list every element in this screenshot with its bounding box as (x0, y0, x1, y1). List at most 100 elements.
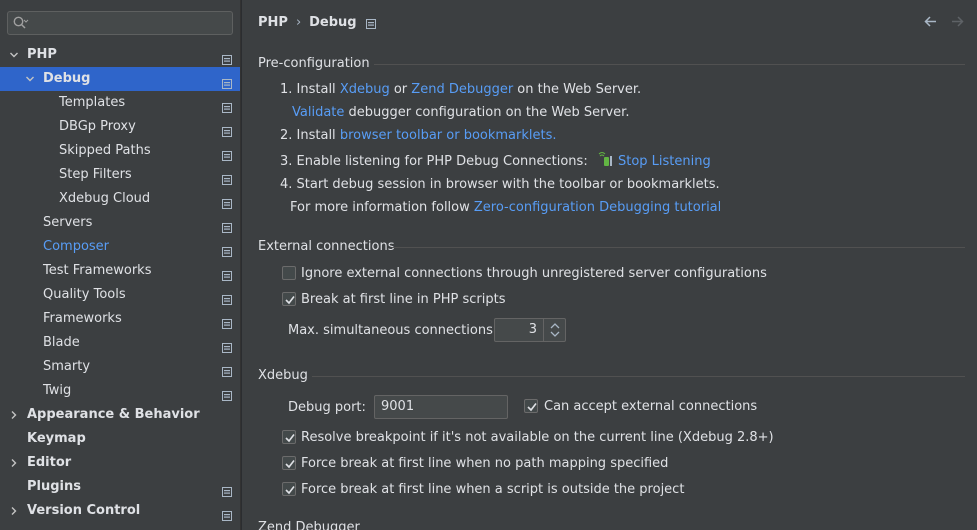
sidebar-item-label: Plugins (27, 479, 81, 494)
sidebar-item-step-filters[interactable]: Step Filters (0, 163, 240, 187)
sidebar-item-debug[interactable]: Debug (0, 67, 240, 91)
max-connections-value: 3 (528, 322, 537, 337)
step1-suffix: on the Web Server. (513, 82, 642, 97)
debug-port-input[interactable]: 9001 (374, 395, 508, 419)
project-settings-icon (222, 146, 232, 161)
xdebug-section-title: Xdebug (258, 368, 308, 383)
breadcrumb: PHP › Debug (258, 15, 376, 30)
project-settings-icon (222, 290, 232, 305)
preconfig-section-title: Pre-configuration (258, 56, 370, 71)
project-settings-icon (222, 506, 232, 521)
navigation-buttons (923, 14, 965, 29)
phone-listening-icon (598, 152, 614, 168)
breadcrumb-parent[interactable]: PHP (258, 15, 288, 30)
resolve-breakpoint-checkbox[interactable] (282, 430, 296, 444)
sidebar-item-label: Servers (43, 215, 93, 230)
sidebar-item-label: Debug (43, 71, 91, 86)
spinner-arrows-icon (550, 323, 560, 337)
xdebug-link[interactable]: Xdebug (340, 82, 390, 97)
spinner-buttons[interactable] (543, 319, 565, 341)
project-settings-icon (222, 362, 232, 377)
validate-line: Validate debugger configuration on the W… (292, 105, 629, 120)
zend-debugger-section-title: Zend Debugger (258, 520, 360, 530)
chevron-down-icon[interactable] (8, 43, 20, 67)
accept-external-label: Can accept external connections (544, 399, 758, 414)
settings-search-input[interactable] (7, 11, 233, 35)
sidebar-item-skipped-paths[interactable]: Skipped Paths (0, 139, 240, 163)
chevron-down-icon[interactable] (24, 67, 36, 91)
validate-suffix: debugger configuration on the Web Server… (344, 105, 630, 120)
sidebar-item-label: Editor (27, 455, 72, 470)
accept-external-checkbox[interactable] (524, 399, 538, 413)
project-settings-icon (222, 386, 232, 401)
force-break-outside-project-label: Force break at first line when a script … (301, 482, 685, 497)
step2-prefix: 2. Install (280, 128, 340, 143)
sidebar-item-label: Frameworks (43, 311, 122, 326)
chevron-right-icon[interactable] (8, 499, 20, 523)
sidebar-item-label: Version Control (27, 503, 141, 518)
max-connections-spinner[interactable]: 3 (494, 318, 566, 342)
sidebar-item-version-control[interactable]: Version Control (0, 499, 240, 523)
project-settings-icon (222, 74, 232, 89)
listening-step-line: 3. Enable listening for PHP Debug Connec… (280, 152, 711, 169)
step3-text: 3. Enable listening for PHP Debug Connec… (280, 154, 588, 169)
break-first-line-label: Break at first line in PHP scripts (301, 292, 506, 307)
break-first-line-checkbox[interactable] (282, 292, 296, 306)
sidebar-item-composer[interactable]: Composer (0, 235, 240, 259)
sidebar-item-smarty[interactable]: Smarty (0, 355, 240, 379)
chevron-right-icon[interactable] (8, 403, 20, 427)
forward-arrow-icon[interactable] (950, 14, 965, 29)
sidebar-item-label: PHP (27, 47, 57, 62)
sidebar-item-label: Twig (43, 383, 72, 398)
sidebar-item-twig[interactable]: Twig (0, 379, 240, 403)
section-divider (312, 376, 965, 377)
sidebar-item-servers[interactable]: Servers (0, 211, 240, 235)
sidebar-item-dbgp-proxy[interactable]: DBGp Proxy (0, 115, 240, 139)
settings-sidebar: PHP Debug Templates DBGp Proxy Skipped Paths… (0, 0, 241, 530)
force-break-no-mapping-checkbox[interactable] (282, 456, 296, 470)
sidebar-item-appearance-behavior[interactable]: Appearance & Behavior (0, 403, 240, 427)
checkmark-icon (285, 434, 295, 443)
sidebar-item-test-frameworks[interactable]: Test Frameworks (0, 259, 240, 283)
project-settings-icon (222, 50, 232, 65)
chevron-right-icon[interactable] (8, 451, 20, 475)
breadcrumb-current: Debug (309, 15, 357, 30)
force-break-outside-project-checkbox[interactable] (282, 482, 296, 496)
checkmark-icon (285, 460, 295, 469)
browser-toolbar-link[interactable]: browser toolbar or bookmarklets. (340, 128, 557, 143)
sidebar-item-label: Composer (43, 239, 110, 254)
sidebar-item-keymap[interactable]: Keymap (0, 427, 240, 451)
sidebar-item-label: Skipped Paths (59, 143, 151, 158)
sidebar-item-label: Smarty (43, 359, 91, 374)
sidebar-item-blade[interactable]: Blade (0, 331, 240, 355)
project-settings-icon (222, 314, 232, 329)
more-info-prefix: For more information follow (290, 200, 474, 215)
project-settings-icon (222, 338, 232, 353)
zend-debugger-link[interactable]: Zend Debugger (411, 82, 513, 97)
back-arrow-icon[interactable] (923, 14, 938, 29)
section-divider (374, 64, 965, 65)
sidebar-item-label: Quality Tools (43, 287, 126, 302)
sidebar-item-editor[interactable]: Editor (0, 451, 240, 475)
zero-config-tutorial-link[interactable]: Zero-configuration Debugging tutorial (474, 200, 721, 215)
sidebar-item-label: Step Filters (59, 167, 132, 182)
sidebar-item-quality-tools[interactable]: Quality Tools (0, 283, 240, 307)
checkmark-icon (285, 486, 295, 495)
checkmark-icon (527, 403, 537, 412)
project-settings-icon (222, 218, 232, 233)
ignore-external-label: Ignore external connections through unre… (301, 266, 767, 281)
validate-link[interactable]: Validate (292, 105, 344, 120)
sidebar-item-templates[interactable]: Templates (0, 91, 240, 115)
sidebar-item-frameworks[interactable]: Frameworks (0, 307, 240, 331)
search-icon (13, 16, 29, 30)
checkmark-icon (285, 296, 295, 305)
external-connections-section-title: External connections (258, 239, 395, 254)
sidebar-item-xdebug-cloud[interactable]: Xdebug Cloud (0, 187, 240, 211)
project-settings-icon (222, 170, 232, 185)
step1-prefix: 1. Install (280, 82, 340, 97)
ignore-external-checkbox[interactable] (282, 266, 296, 280)
stop-listening-link[interactable]: Stop Listening (618, 154, 711, 169)
sidebar-item-php[interactable]: PHP (0, 43, 240, 67)
sidebar-item-label: Blade (43, 335, 80, 350)
sidebar-item-plugins[interactable]: Plugins (0, 475, 240, 499)
